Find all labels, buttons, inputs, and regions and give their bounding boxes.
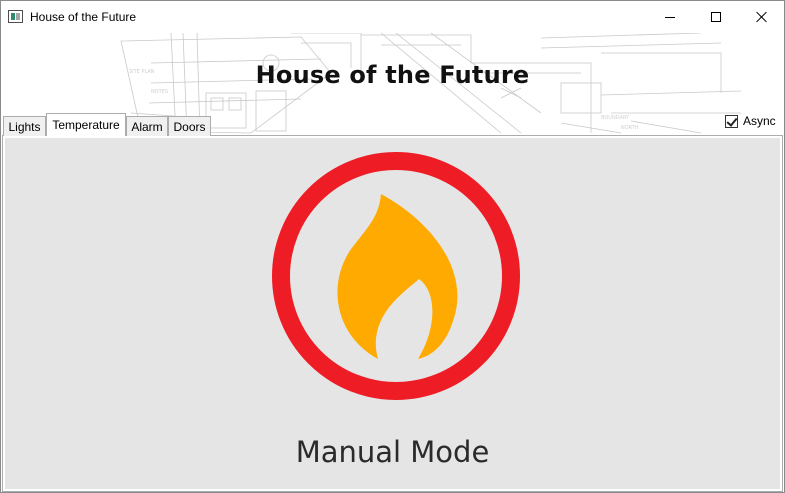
app-icon [8, 10, 23, 23]
minimize-button[interactable] [647, 1, 693, 33]
async-option[interactable]: Async [725, 114, 776, 128]
temperature-panel: Manual Mode [2, 135, 783, 492]
temperature-panel-body: Manual Mode [5, 138, 780, 489]
close-icon [756, 11, 768, 23]
maximize-icon [711, 12, 721, 22]
flame-icon [272, 152, 520, 400]
app-window: House of the Future SITE PLAN NOTES BOUN… [0, 0, 785, 493]
app-heading: House of the Future [255, 61, 530, 89]
svg-text:BOUNDARY: BOUNDARY [601, 115, 630, 121]
title-bar: House of the Future [1, 1, 784, 33]
async-checkbox[interactable] [725, 114, 738, 128]
mode-label: Manual Mode [295, 435, 490, 469]
flame-shape [337, 194, 458, 359]
tab-temperature[interactable]: Temperature [46, 113, 126, 136]
async-label: Async [743, 114, 776, 128]
svg-text:NORTH: NORTH [621, 125, 639, 131]
close-button[interactable] [739, 1, 784, 33]
tab-alarm[interactable]: Alarm [126, 116, 168, 136]
tab-doors[interactable]: Doors [168, 116, 211, 136]
tab-lights[interactable]: Lights [3, 116, 46, 136]
minimize-icon [665, 16, 675, 18]
svg-text:NOTES: NOTES [151, 89, 168, 95]
window-title: House of the Future [30, 10, 137, 24]
maximize-button[interactable] [693, 1, 739, 33]
